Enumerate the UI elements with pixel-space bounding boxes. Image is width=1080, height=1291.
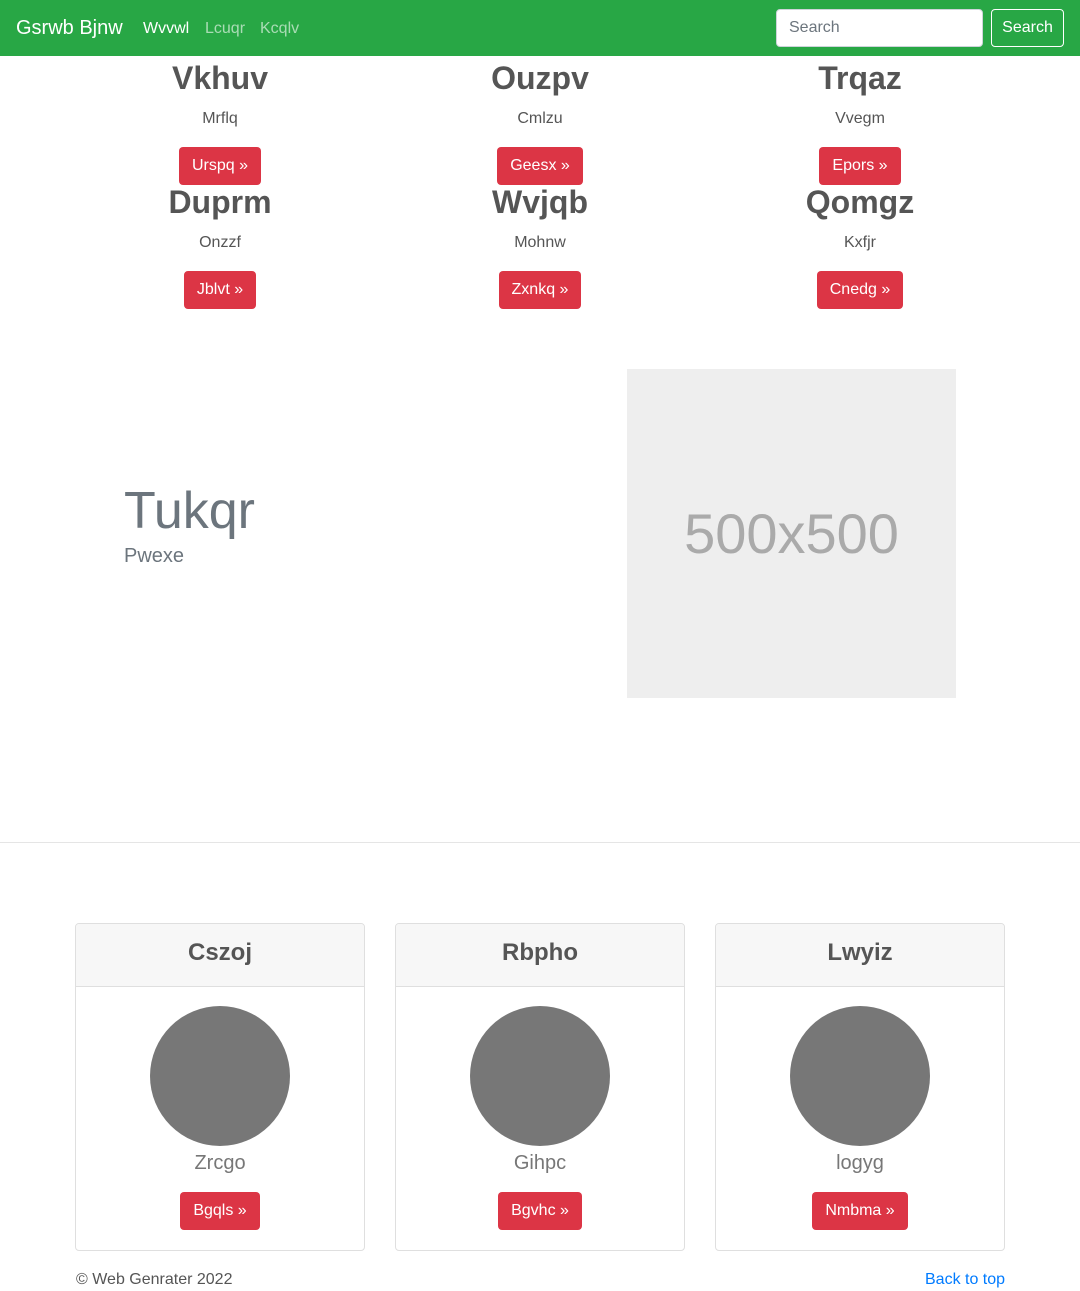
footer-copyright: © Web Genrater 2022: [76, 1271, 233, 1288]
feature-title: Duprm: [168, 184, 272, 220]
feature-item: Ouzpv Cmlzu Geesx »: [440, 59, 640, 185]
feature-text: Vvegm: [835, 110, 885, 127]
feature-button[interactable]: Zxnkq »: [498, 271, 582, 309]
feature-item: Wvjqb Mohnw Zxnkq »: [440, 183, 640, 309]
avatar: [790, 1006, 930, 1146]
card-header: Lwyiz: [716, 924, 1004, 987]
feature-text: Onzzf: [199, 234, 241, 251]
card-button[interactable]: Bgvhc »: [498, 1192, 582, 1230]
card-name: Zrcgo: [194, 1152, 246, 1174]
avatar: [470, 1006, 610, 1146]
profile-card: Cszoj Zrcgo Bgqls »: [75, 923, 365, 1251]
feature-item: Duprm Onzzf Jblvt »: [120, 183, 320, 309]
avatar: [150, 1006, 290, 1146]
feature-item: Trqaz Vvegm Epors »: [760, 59, 960, 185]
card-name: Gihpc: [513, 1152, 567, 1174]
feature-button[interactable]: Epors »: [819, 147, 901, 185]
brand-link[interactable]: Gsrwb Bjnw: [16, 16, 123, 40]
search-input[interactable]: [776, 9, 983, 47]
feature-title: Vkhuv: [171, 60, 269, 96]
card-header: Cszoj: [76, 924, 364, 987]
profile-card: Lwyiz logyg Nmbma »: [715, 923, 1005, 1251]
hero-title: Tukqr: [124, 482, 255, 540]
feature-button[interactable]: Urspq »: [178, 147, 262, 185]
back-to-top-link[interactable]: Back to top: [925, 1270, 1005, 1290]
feature-item: Vkhuv Mrflq Urspq »: [120, 59, 320, 185]
feature-button[interactable]: Jblvt »: [183, 271, 257, 309]
feature-button[interactable]: Geesx »: [497, 147, 583, 185]
feature-text: Cmlzu: [517, 110, 563, 127]
feature-title: Ouzpv: [491, 60, 589, 96]
profile-card: Rbpho Gihpc Bgvhc »: [395, 923, 685, 1251]
nav-link-kcqlv[interactable]: Kcqlv: [260, 19, 299, 39]
search-button[interactable]: Search: [991, 9, 1064, 47]
hero-subtitle: Pwexe: [124, 545, 185, 567]
navbar: Gsrwb Bjnw Wvvwl Lcuqr Kcqlv Search: [0, 0, 1080, 56]
feature-title: Qomgz: [805, 184, 915, 220]
feature-button[interactable]: Cnedg »: [816, 271, 904, 309]
feature-text: Kxfjr: [844, 234, 876, 251]
feature-text: Mrflq: [202, 110, 238, 127]
placeholder-label: 500x500: [684, 502, 899, 565]
card-button[interactable]: Bgqls »: [180, 1192, 260, 1230]
feature-item: Qomgz Kxfjr Cnedg »: [760, 183, 960, 309]
feature-title: Trqaz: [818, 60, 902, 96]
section-divider: [0, 842, 1080, 843]
card-button[interactable]: Nmbma »: [812, 1192, 908, 1230]
feature-title: Wvjqb: [492, 184, 588, 220]
card-name: logyg: [836, 1152, 884, 1174]
nav-link-lcuqr[interactable]: Lcuqr: [205, 19, 245, 39]
nav-link-wvvwl[interactable]: Wvvwl: [143, 19, 189, 39]
feature-text: Mohnw: [514, 234, 566, 251]
placeholder-image: 500x500: [627, 369, 956, 698]
card-header: Rbpho: [396, 924, 684, 987]
